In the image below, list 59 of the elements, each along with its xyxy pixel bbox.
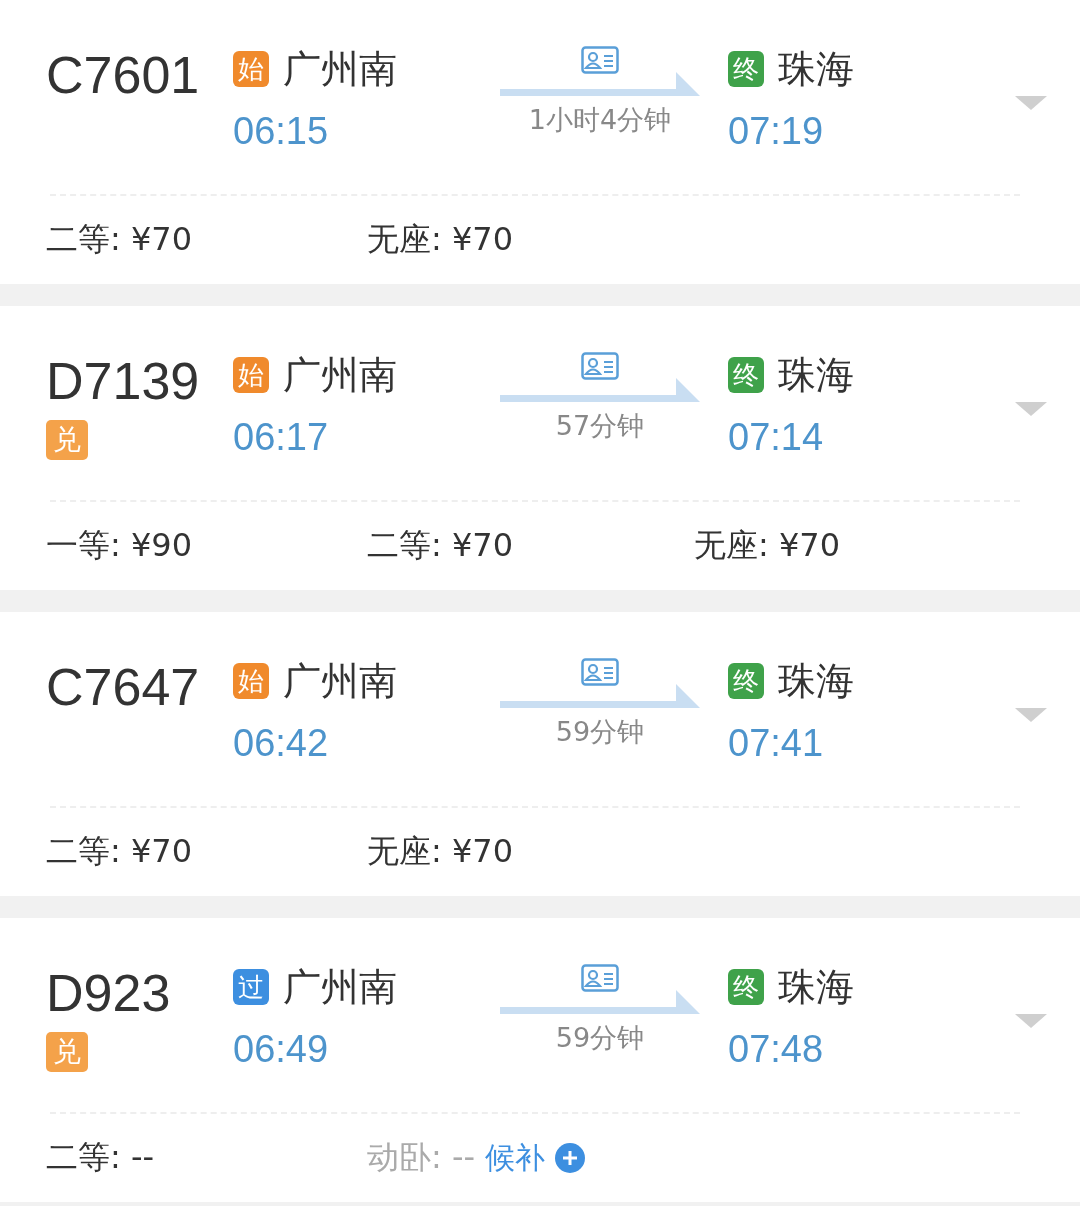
station-name: 珠海	[778, 46, 854, 93]
station-name: 珠海	[778, 352, 854, 399]
departure-time: 06:49	[233, 1027, 330, 1072]
arrival-time: 07:48	[728, 1027, 825, 1072]
departure-time: 06:15	[233, 109, 330, 154]
duration: 59分钟	[555, 1021, 645, 1055]
departure-time: 06:17	[233, 415, 330, 460]
arrow-icon	[500, 684, 700, 708]
train-number: D923	[46, 963, 171, 1024]
train-number: C7601	[46, 45, 200, 106]
exchange-badge: 兑	[46, 1032, 88, 1072]
id-card-icon	[581, 352, 619, 380]
station-name: 广州南	[283, 352, 397, 399]
station-badge: 始	[233, 663, 269, 699]
seat-price: 二等: ¥70	[46, 831, 193, 872]
seat-price: 无座: ¥70	[367, 831, 514, 872]
station-badge: 终	[728, 357, 764, 393]
station-badge: 终	[728, 51, 764, 87]
departure-time: 06:42	[233, 721, 330, 766]
arrival-time: 07:14	[728, 415, 825, 460]
caret-icon[interactable]	[1015, 402, 1047, 416]
duration: 59分钟	[555, 715, 645, 749]
station-badge: 始	[233, 51, 269, 87]
station-name: 广州南	[283, 46, 397, 93]
arrow-icon	[500, 990, 700, 1014]
station-badge: 终	[728, 969, 764, 1005]
exchange-badge: 兑	[46, 420, 88, 460]
add-icon[interactable]	[555, 1143, 586, 1173]
train-number: D7139	[46, 351, 200, 412]
train-card[interactable]: D7139 兑 始 广州南 06:17 57分钟 终 珠海 07:14 一等: ¥90 二等: ¥70 无座: ¥70	[0, 306, 1080, 590]
caret-icon[interactable]	[1015, 708, 1047, 722]
arrow-icon	[500, 378, 700, 402]
seat-price: 二等: ¥70	[367, 525, 514, 566]
duration: 57分钟	[555, 409, 645, 443]
station-name: 珠海	[778, 964, 854, 1011]
train-number: C7647	[46, 657, 200, 718]
id-card-icon	[581, 46, 619, 74]
station-name: 珠海	[778, 658, 854, 705]
caret-icon[interactable]	[1015, 96, 1047, 110]
seat-price: 无座: ¥70	[367, 219, 514, 260]
seat-price: 一等: ¥90	[46, 525, 193, 566]
station-badge: 过	[233, 969, 269, 1005]
seat-price: 动卧: --	[367, 1137, 476, 1178]
duration: 1小时4分钟	[528, 103, 672, 137]
caret-icon[interactable]	[1015, 1014, 1047, 1028]
train-card[interactable]: C7601 始 广州南 06:15 1小时4分钟 终 珠海 07:19 二等: ¥70 无座: ¥70	[0, 0, 1080, 284]
arrival-time: 07:19	[728, 109, 825, 154]
arrival-time: 07:41	[728, 721, 825, 766]
seat-price: 二等: --	[46, 1137, 155, 1178]
station-name: 广州南	[283, 964, 397, 1011]
station-badge: 始	[233, 357, 269, 393]
seat-price: 二等: ¥70	[46, 219, 193, 260]
station-name: 广州南	[283, 658, 397, 705]
arrow-icon	[500, 72, 700, 96]
seat-price: 无座: ¥70	[694, 525, 841, 566]
train-card[interactable]: C7647 始 广州南 06:42 59分钟 终 珠海 07:41 二等: ¥70 无座: ¥70	[0, 612, 1080, 896]
station-badge: 终	[728, 663, 764, 699]
id-card-icon	[581, 964, 619, 992]
id-card-icon	[581, 658, 619, 686]
